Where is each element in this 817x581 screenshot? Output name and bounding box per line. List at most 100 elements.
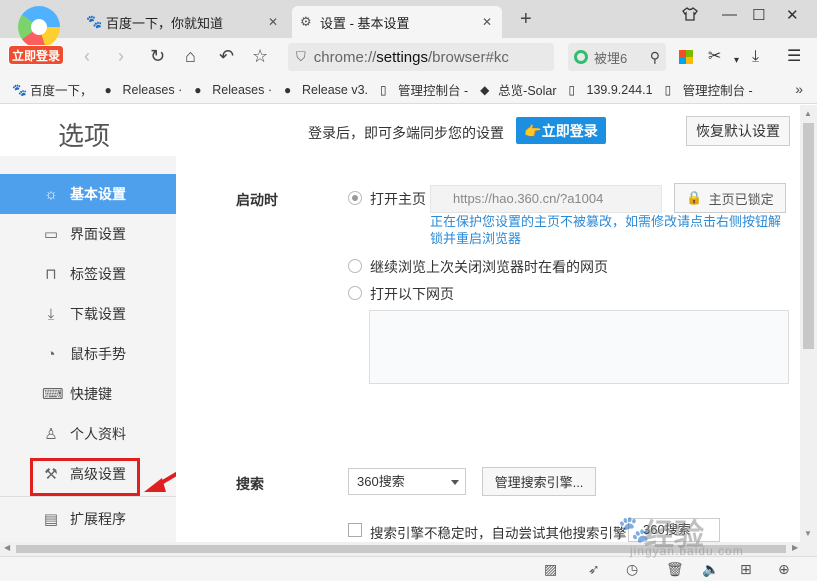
bookmark-item[interactable]: ▯ 管理控制台 - [665,80,753,99]
scroll-right-icon[interactable]: ▶ [792,543,798,552]
lock-icon: 🔒 [686,190,703,205]
radio-open-home[interactable] [348,191,362,205]
fallback-engine-checkbox[interactable] [348,523,362,537]
bookmark-item[interactable]: ● Releases · [194,83,272,97]
sidebar-item-extensions[interactable]: ▤ 扩展程序 [0,499,176,539]
sidebar-item-basic[interactable]: ☼ 基本设置 [0,174,186,214]
tab-title: 设置 - 基本设置 [320,15,410,31]
settings-content: 启动时 打开主页 https://hao.360.cn/?a1004 🔒 主页已锁… [176,156,800,542]
apps-icon[interactable] [679,50,693,64]
volume-icon[interactable]: 🔈 [702,561,719,578]
reload-button[interactable]: ↻ [150,46,165,66]
sync-text: 登录后，即可多端同步您的设置 [308,125,504,141]
extension-icon: ▤ [43,511,59,528]
paw-icon: 🐾 [12,82,27,97]
download-icon[interactable]: ⤓ [752,47,759,67]
home-locked-button[interactable]: 🔒 主页已锁定 [674,183,786,213]
gear-icon: ⚙ [300,14,312,29]
minimize-button[interactable]: — [722,6,737,23]
login-badge[interactable]: 立即登录 [8,45,64,65]
speed-icon[interactable]: ◷ [626,561,638,578]
scroll-thumb[interactable] [803,123,814,349]
download-icon: ⤓ [47,305,55,323]
sidebar-item-download[interactable]: ⤓ 下载设置 [0,294,176,334]
close-window-button[interactable]: ✕ [786,6,799,24]
image-icon[interactable]: ▨ [544,561,557,578]
home-button[interactable]: ⌂ [185,46,196,66]
page-icon: ▯ [664,82,672,97]
bookmark-item[interactable]: ▯ 139.9.244.1 [569,83,653,97]
bookmark-item[interactable]: 🐾 百度一下， [12,80,93,99]
bookmarks-bar: 🐾 百度一下， ● Releases · ● Releases · ● Release … [0,76,817,104]
zoom-icon[interactable]: ⊕ [778,561,790,578]
tab-bar: 立即登录 🐾 百度一下，你就知道 ✕ ⚙ 设置 - 基本设置 ✕ + — ☐ ✕ [0,0,817,65]
scroll-down-icon[interactable]: ▼ [804,529,812,538]
startup-pages-list[interactable] [369,310,789,384]
chevron-down-icon[interactable]: ▾ [734,51,739,71]
favorite-star-button[interactable]: ☆ [252,46,268,66]
github-icon: ● [194,82,202,97]
back-button[interactable]: ‹ [84,46,90,66]
browser-logo[interactable]: 立即登录 [8,4,64,65]
baidu-jingyan-watermark: 🐾 经验 jingyan.baidu.com [618,508,788,562]
page-title: 选项 [58,121,111,151]
new-tab-button[interactable]: + [520,8,532,31]
grid-icon[interactable]: ⊞ [740,561,752,578]
reset-defaults-button[interactable]: 恢复默认设置 [686,116,790,146]
trash-icon[interactable]: 🗑 [666,561,684,578]
360-logo-icon [18,6,60,48]
option-open-pages: 打开以下网页 [370,286,454,302]
search-text: 被埋6 [594,50,628,66]
search-engine-icon [574,50,588,64]
toolbar: ‹ › ↻ ⌂ ↶ ☆ ⛉ chrome://settings/browser#… [0,38,817,76]
bookmarks-more-button[interactable]: » [795,81,803,97]
bookmark-item[interactable]: ● Releases · [105,83,183,97]
fallback-engine-text: 搜索引擎不稳定时，自动尝试其他搜索引擎： [370,526,640,541]
search-box[interactable]: 被埋6 ⚲ [568,43,666,71]
close-icon[interactable]: ✕ [482,15,492,29]
undo-close-button[interactable]: ↶ [219,46,234,66]
url-host: settings [376,48,428,66]
option-open-home: 打开主页 [370,191,426,207]
search-label: 搜索 [236,476,264,492]
bookmark-item[interactable]: ◆ 总览-Solar [480,80,556,99]
maximize-button[interactable]: ☐ [752,6,765,24]
sidebar-item-shortcuts[interactable]: ⌨ 快捷键 [0,374,176,414]
bookmark-item[interactable]: ● Release v3. [284,83,368,97]
watermark-url: jingyan.baidu.com [630,544,744,558]
radio-continue-session[interactable] [348,259,362,273]
sidebar-item-mouse-gesture[interactable]: ◔ 鼠标手势 [0,334,176,374]
sidebar-item-tabs[interactable]: ⊓ 标签设置 [0,254,176,294]
login-button[interactable]: 👉立即登录 [516,117,606,144]
search-engine-select[interactable]: 360搜索 [348,468,466,495]
search-icon[interactable]: ⚲ [650,49,660,66]
solar-icon: ◆ [480,82,490,97]
address-bar[interactable]: ⛉ chrome://settings/browser#kc [288,43,554,71]
close-icon[interactable]: ✕ [268,15,278,29]
sidebar-item-profile[interactable]: ♙ 个人资料 [0,414,176,454]
manage-search-engines-button[interactable]: 管理搜索引擎... [482,467,596,496]
scissors-icon[interactable]: ✂ [708,47,721,67]
tab-title: 百度一下，你就知道 [106,15,224,31]
shirt-icon[interactable] [682,6,698,26]
sidebar-item-interface[interactable]: ▭ 界面设置 [0,214,176,254]
person-icon: ♙ [44,426,58,443]
annotation-highlight-box [30,458,140,496]
scroll-up-icon[interactable]: ▲ [804,109,812,118]
tab-settings[interactable]: ⚙ 设置 - 基本设置 ✕ [292,6,502,38]
url-path: /browser#kc [428,48,509,66]
radio-open-pages[interactable] [348,286,362,300]
vertical-scrollbar[interactable]: ▲ ▼ [800,105,817,542]
settings-header: 选项 登录后，即可多端同步您的设置 👉立即登录 恢复默认设置 [0,105,800,156]
home-url-field[interactable]: https://hao.360.cn/?a1004 [430,185,662,213]
shield-icon: ⛉ [296,49,306,64]
menu-icon[interactable]: ☰ [787,47,801,67]
chevron-down-icon [451,480,459,485]
forward-button[interactable]: › [118,46,124,66]
settings-sidebar: ☼ 基本设置 ▭ 界面设置 ⊓ 标签设置 ⤓ 下载设置 ◔ 鼠标手势 ⌨ 快捷键 ♙ 个人资料… [0,156,202,542]
scroll-left-icon[interactable]: ◀ [4,543,10,552]
tab-baidu[interactable]: 🐾 百度一下，你就知道 ✕ [78,6,288,38]
bookmark-item[interactable]: ▯ 管理控制台 - [380,80,468,99]
home-lock-notice: 正在保护您设置的主页不被篡改，如需修改请点击右侧按钮解锁并重启浏览器 [430,214,782,246]
rocket-icon[interactable]: ➶ [588,561,600,578]
